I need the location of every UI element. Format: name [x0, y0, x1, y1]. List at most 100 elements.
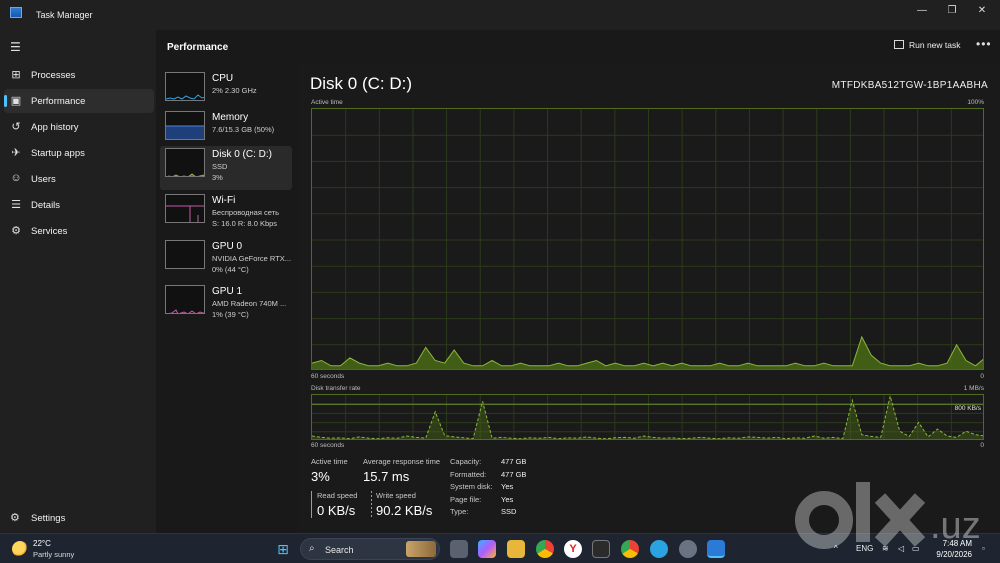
users-icon: ☺ — [10, 172, 22, 184]
hamburger-menu-icon[interactable]: ☰ — [10, 40, 21, 54]
task-manager-taskbar-icon[interactable] — [707, 540, 725, 558]
sidebar: ☰ ⊞ Processes ▣ Performance ↺ App history ✈ Sta… — [0, 30, 156, 533]
resource-detail: Беспроводная сеть — [212, 208, 280, 217]
write-speed-indicator — [371, 491, 372, 518]
property-key: Formatted: — [450, 469, 487, 479]
task-view-icon[interactable] — [450, 540, 468, 558]
clock-date[interactable]: 9/20/2026 — [926, 550, 972, 559]
read-speed-label: Read speed — [317, 491, 358, 500]
resource-item-disk-0[interactable]: Disk 0 (C: D:) SSD 3% — [160, 146, 292, 190]
volume-icon[interactable]: ◁ — [898, 544, 904, 553]
processes-icon: ⊞ — [11, 69, 21, 81]
run-new-task-button[interactable]: Run new task — [894, 40, 961, 50]
sidebar-item-label: Settings — [31, 513, 66, 524]
task-manager-icon — [10, 7, 22, 18]
gear-icon: ⚙ — [10, 512, 20, 524]
sidebar-item-settings[interactable]: ⚙ Settings — [4, 507, 154, 529]
property-value: 477 GB — [501, 457, 527, 466]
property-key: System disk: — [450, 482, 493, 491]
resource-detail-secondary: S: 16.0 R: 8.0 Kbps — [212, 219, 278, 228]
sidebar-item-details[interactable]: ☰ Details — [4, 193, 154, 217]
search-label: Search — [325, 545, 354, 555]
search-highlight-image — [406, 541, 436, 557]
active-time-label: Active time — [311, 457, 348, 466]
clock-time[interactable]: 7:48 AM — [938, 539, 972, 548]
property-value: Yes — [501, 494, 514, 504]
resource-detail-secondary: 3% — [212, 173, 223, 182]
property-value: Yes — [501, 482, 514, 491]
sidebar-item-label: App history — [31, 122, 79, 133]
weather-sun-icon[interactable] — [12, 541, 28, 557]
copilot-icon[interactable] — [478, 540, 496, 558]
resource-name: GPU 0 — [212, 241, 243, 252]
active-time-value: 3% — [311, 469, 330, 484]
sidebar-item-app-history[interactable]: ↺ App history — [4, 115, 154, 139]
read-speed-value: 0 KB/s — [317, 503, 356, 518]
resource-thumbnail-graph — [165, 285, 205, 314]
write-speed-value: 90.2 KB/s — [376, 503, 433, 518]
sidebar-item-users[interactable]: ☺ Users — [4, 167, 154, 191]
sidebar-item-performance[interactable]: ▣ Performance — [4, 89, 154, 113]
terminal-icon[interactable] — [592, 540, 610, 558]
resource-detail-secondary: 1% (39 °C) — [212, 310, 249, 319]
sidebar-item-processes[interactable]: ⊞ Processes — [4, 63, 154, 87]
resource-item-gpu-0[interactable]: GPU 0 NVIDIA GeForce RTX... 0% (44 °C) — [160, 238, 292, 282]
sidebar-item-label: Users — [31, 174, 56, 185]
avg-response-label: Average response time — [363, 457, 440, 466]
transfer-xmin-label: 60 seconds — [311, 442, 345, 449]
chrome-icon[interactable] — [536, 540, 554, 558]
more-options-icon[interactable]: ••• — [976, 37, 992, 51]
main-area: Performance Run new task ••• CPU 2% 2.30 … — [156, 30, 1000, 533]
battery-icon[interactable]: ▭ — [912, 544, 920, 553]
active-time-graph-label: Active time — [311, 99, 343, 106]
taskbar-search[interactable]: ⌕ Search — [300, 538, 440, 560]
yandex-browser-icon[interactable]: Y — [564, 540, 582, 558]
file-explorer-icon[interactable] — [507, 540, 525, 558]
telegram-icon[interactable] — [650, 540, 668, 558]
history-icon: ↺ — [11, 121, 21, 133]
sidebar-item-services[interactable]: ⚙ Services — [4, 219, 154, 243]
resource-thumbnail-graph — [165, 148, 205, 177]
close-button[interactable]: ✕ — [968, 3, 996, 19]
read-speed-indicator — [311, 491, 312, 518]
sidebar-item-label: Details — [31, 200, 61, 211]
run-task-icon — [894, 40, 904, 49]
property-key: Type: — [450, 507, 469, 516]
weather-description[interactable]: Partly sunny — [33, 550, 74, 559]
resource-name: CPU — [212, 73, 234, 84]
resource-detail: 7.6/15.3 GB (50%) — [212, 125, 275, 134]
disk-model: MTFDKBA512TGW-1BP1AABHA — [831, 80, 988, 91]
resource-thumbnail-graph — [165, 72, 205, 101]
resource-thumbnail-graph — [165, 111, 205, 140]
transfer-max-label: 1 MB/s — [963, 385, 984, 392]
notifications-icon[interactable]: ▫ — [982, 544, 985, 553]
resource-item-gpu-1[interactable]: GPU 1 AMD Radeon 740M ... 1% (39 °C) — [160, 283, 292, 327]
active-indicator — [4, 95, 7, 107]
transfer-xmax-label: 0 — [980, 442, 984, 449]
title-bar: Task Manager — ❐ ✕ — [0, 0, 1000, 30]
property-value: 477 GB — [501, 469, 527, 479]
sidebar-item-label: Services — [31, 226, 68, 237]
tray-overflow-icon[interactable]: ^ — [834, 544, 838, 553]
resource-name: GPU 1 — [212, 286, 243, 297]
language-indicator[interactable]: ENG — [856, 544, 873, 553]
resource-name: Disk 0 (C: D:) — [212, 149, 272, 160]
settings-app-icon[interactable] — [679, 540, 697, 558]
resource-item-cpu[interactable]: CPU 2% 2.30 GHz — [160, 70, 292, 114]
services-icon: ⚙ — [11, 225, 21, 237]
chrome-profile-icon[interactable] — [621, 540, 639, 558]
minimize-button[interactable]: — — [908, 3, 936, 19]
transfer-mid-label: 800 KB/s — [954, 405, 981, 412]
transfer-graph-label: Disk transfer rate — [311, 385, 361, 392]
performance-icon: ▣ — [10, 95, 22, 107]
resource-name: Memory — [212, 112, 249, 123]
sidebar-item-startup-apps[interactable]: ✈ Startup apps — [4, 141, 154, 165]
resource-item-wi-fi[interactable]: Wi-Fi Беспроводная сеть S: 16.0 R: 8.0 Kbp… — [160, 192, 292, 236]
weather-temperature[interactable]: 22°C — [33, 539, 51, 548]
wifi-icon[interactable]: ≋ — [882, 544, 889, 553]
page-title: Performance — [167, 42, 229, 53]
property-value: SSD — [501, 507, 517, 516]
start-windows-icon[interactable]: ⊞ — [274, 540, 292, 558]
write-speed-label: Write speed — [376, 491, 416, 500]
maximize-button[interactable]: ❐ — [938, 3, 966, 19]
